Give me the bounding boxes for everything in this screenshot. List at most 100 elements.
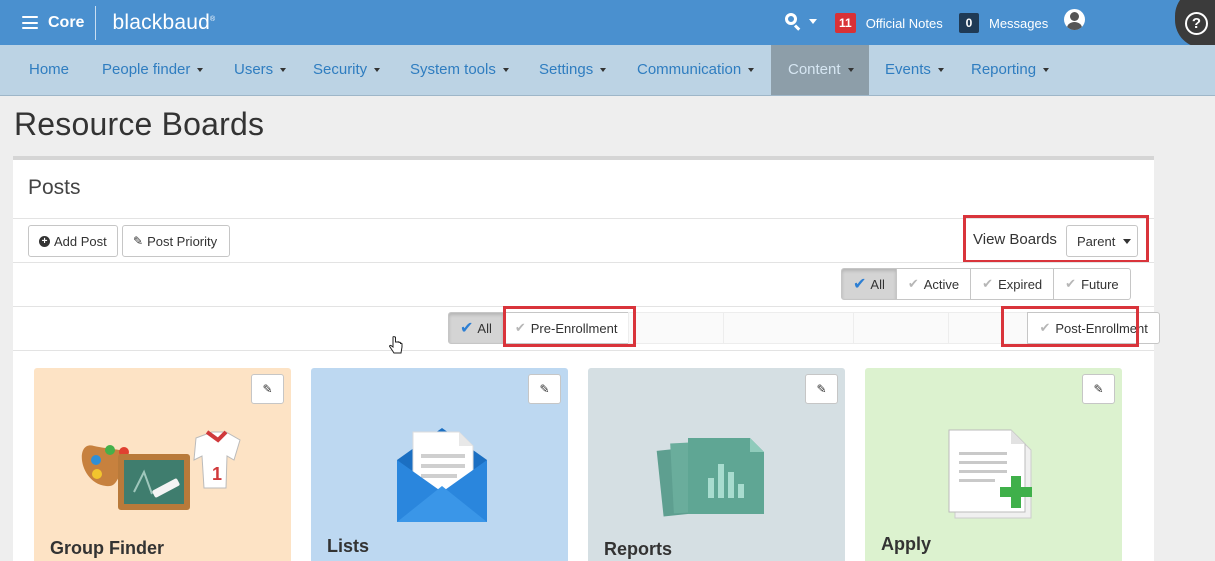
category-filter-blurred[interactable] <box>723 312 855 344</box>
add-post-label: Add Post <box>54 233 107 249</box>
main-nav: Home People finder Users Security System… <box>0 45 1215 96</box>
logo-text: blackbaud <box>112 10 210 34</box>
user-icon[interactable] <box>1064 9 1085 30</box>
status-filter-future[interactable]: ✔ Future <box>1053 268 1131 300</box>
edit-card-button[interactable]: ✎ <box>805 374 838 404</box>
nav-settings[interactable]: Settings <box>539 45 607 95</box>
add-post-button[interactable]: + Add Post <box>28 225 118 257</box>
nav-communication[interactable]: Communication <box>637 45 755 95</box>
official-notes-link[interactable]: 11 Official Notes <box>835 13 943 33</box>
nav-people-finder-label: People finder <box>102 61 191 78</box>
chevron-down-icon <box>809 19 817 24</box>
blackbaud-logo[interactable]: blackbaud® <box>112 11 215 35</box>
pencil-icon: ✎ <box>262 382 273 396</box>
search-menu[interactable] <box>785 13 817 31</box>
nav-home-label: Home <box>29 61 70 78</box>
status-all-label: All <box>870 276 885 292</box>
caret-down-icon <box>937 68 944 73</box>
checkmark-icon: ✔ <box>853 276 867 293</box>
nav-system-tools[interactable]: System tools <box>410 45 509 95</box>
section-title: Posts <box>28 176 81 199</box>
nav-system-tools-label: System tools <box>410 61 496 78</box>
caret-down-icon <box>280 68 287 73</box>
checkmark-icon: ✔ <box>460 320 474 337</box>
category-filter-all[interactable]: ✔ All <box>448 312 504 344</box>
category-filter-blurred[interactable] <box>853 312 950 344</box>
view-boards-value: Parent <box>1077 233 1116 249</box>
nav-people-finder[interactable]: People finder <box>102 45 204 95</box>
edit-card-button[interactable]: ✎ <box>528 374 561 404</box>
caret-down-icon <box>847 68 854 73</box>
status-filter-expired[interactable]: ✔ Expired <box>970 268 1055 300</box>
card-lists[interactable]: ✎ Lists <box>311 368 568 561</box>
plus-circle-icon: + <box>39 235 50 247</box>
nav-events-label: Events <box>885 61 931 78</box>
nav-home[interactable]: Home <box>29 45 69 95</box>
card-title: Group Finder <box>50 538 164 558</box>
page-title: Resource Boards <box>14 106 265 142</box>
messages-link[interactable]: 0 Messages <box>959 13 1048 33</box>
card-group-finder[interactable]: 1 ✎ Group Finder <box>34 368 291 561</box>
post-priority-button[interactable]: ✎ Post Priority <box>122 225 230 257</box>
checkmark-icon: ✔ <box>982 276 994 291</box>
pre-enrollment-highlight <box>503 306 636 347</box>
edit-card-button[interactable]: ✎ <box>1082 374 1115 404</box>
nav-communication-label: Communication <box>637 61 742 78</box>
nav-users-label: Users <box>234 61 274 78</box>
status-filter: ✔ All ✔ Active ✔ Expired ✔ Future <box>841 268 1131 300</box>
core-label[interactable]: Core <box>48 14 84 32</box>
registered-mark: ® <box>210 15 216 23</box>
official-notes-label: Official Notes <box>865 15 943 31</box>
nav-security-label: Security <box>313 61 368 78</box>
card-apply[interactable]: ✎ Apply <box>865 368 1122 561</box>
caret-down-icon <box>502 68 509 73</box>
status-expired-label: Expired <box>998 276 1043 292</box>
checkmark-icon: ✔ <box>907 276 919 291</box>
top-bar: Core blackbaud® 11 Official Notes 0 Mess… <box>0 0 1215 45</box>
pencil-icon: ✎ <box>1093 382 1104 396</box>
nav-content[interactable]: Content <box>771 45 869 95</box>
status-filter-all[interactable]: ✔ All <box>841 268 897 300</box>
checkmark-icon: ✔ <box>1065 276 1077 291</box>
view-boards-label: View Boards <box>973 231 1057 248</box>
nav-users[interactable]: Users <box>234 45 287 95</box>
category-all-label: All <box>477 320 492 336</box>
status-future-label: Future <box>1081 276 1119 292</box>
brand: Core blackbaud® <box>22 0 215 45</box>
svg-text:1: 1 <box>212 464 222 484</box>
card-reports[interactable]: ✎ Reports <box>588 368 845 561</box>
nav-content-label: Content <box>788 61 841 78</box>
nav-reporting-label: Reporting <box>971 61 1037 78</box>
brand-divider <box>95 5 97 40</box>
status-active-label: Active <box>923 276 960 292</box>
pencil-icon: ✎ <box>539 382 550 396</box>
divider <box>13 262 1154 263</box>
nav-settings-label: Settings <box>539 61 594 78</box>
card-title: Lists <box>327 536 370 556</box>
messages-label: Messages <box>989 15 1049 31</box>
caret-down-icon <box>197 68 204 73</box>
divider <box>13 350 1154 351</box>
nav-events[interactable]: Events <box>885 45 944 95</box>
post-priority-label: Post Priority <box>147 233 218 249</box>
card-title: Reports <box>604 539 673 559</box>
hamburger-icon[interactable] <box>22 16 38 29</box>
caret-down-icon <box>374 68 381 73</box>
nav-security[interactable]: Security <box>313 45 381 95</box>
view-boards-dropdown[interactable]: Parent <box>1066 225 1138 257</box>
caret-down-icon <box>748 68 755 73</box>
help-icon[interactable]: ? <box>1185 12 1208 35</box>
caret-down-icon <box>1043 68 1050 73</box>
pencil-icon: ✎ <box>133 234 144 248</box>
hand-cursor-icon <box>389 336 403 354</box>
edit-card-button[interactable]: ✎ <box>251 374 284 404</box>
status-filter-active[interactable]: ✔ Active <box>895 268 972 300</box>
caret-down-icon <box>600 68 607 73</box>
nav-reporting[interactable]: Reporting <box>971 45 1050 95</box>
search-icon <box>785 13 802 31</box>
post-enrollment-highlight <box>1001 306 1139 347</box>
card-title: Apply <box>881 534 932 554</box>
messages-badge: 0 <box>959 13 979 33</box>
category-filter-blurred[interactable] <box>628 312 725 344</box>
caret-down-icon <box>1123 238 1132 244</box>
